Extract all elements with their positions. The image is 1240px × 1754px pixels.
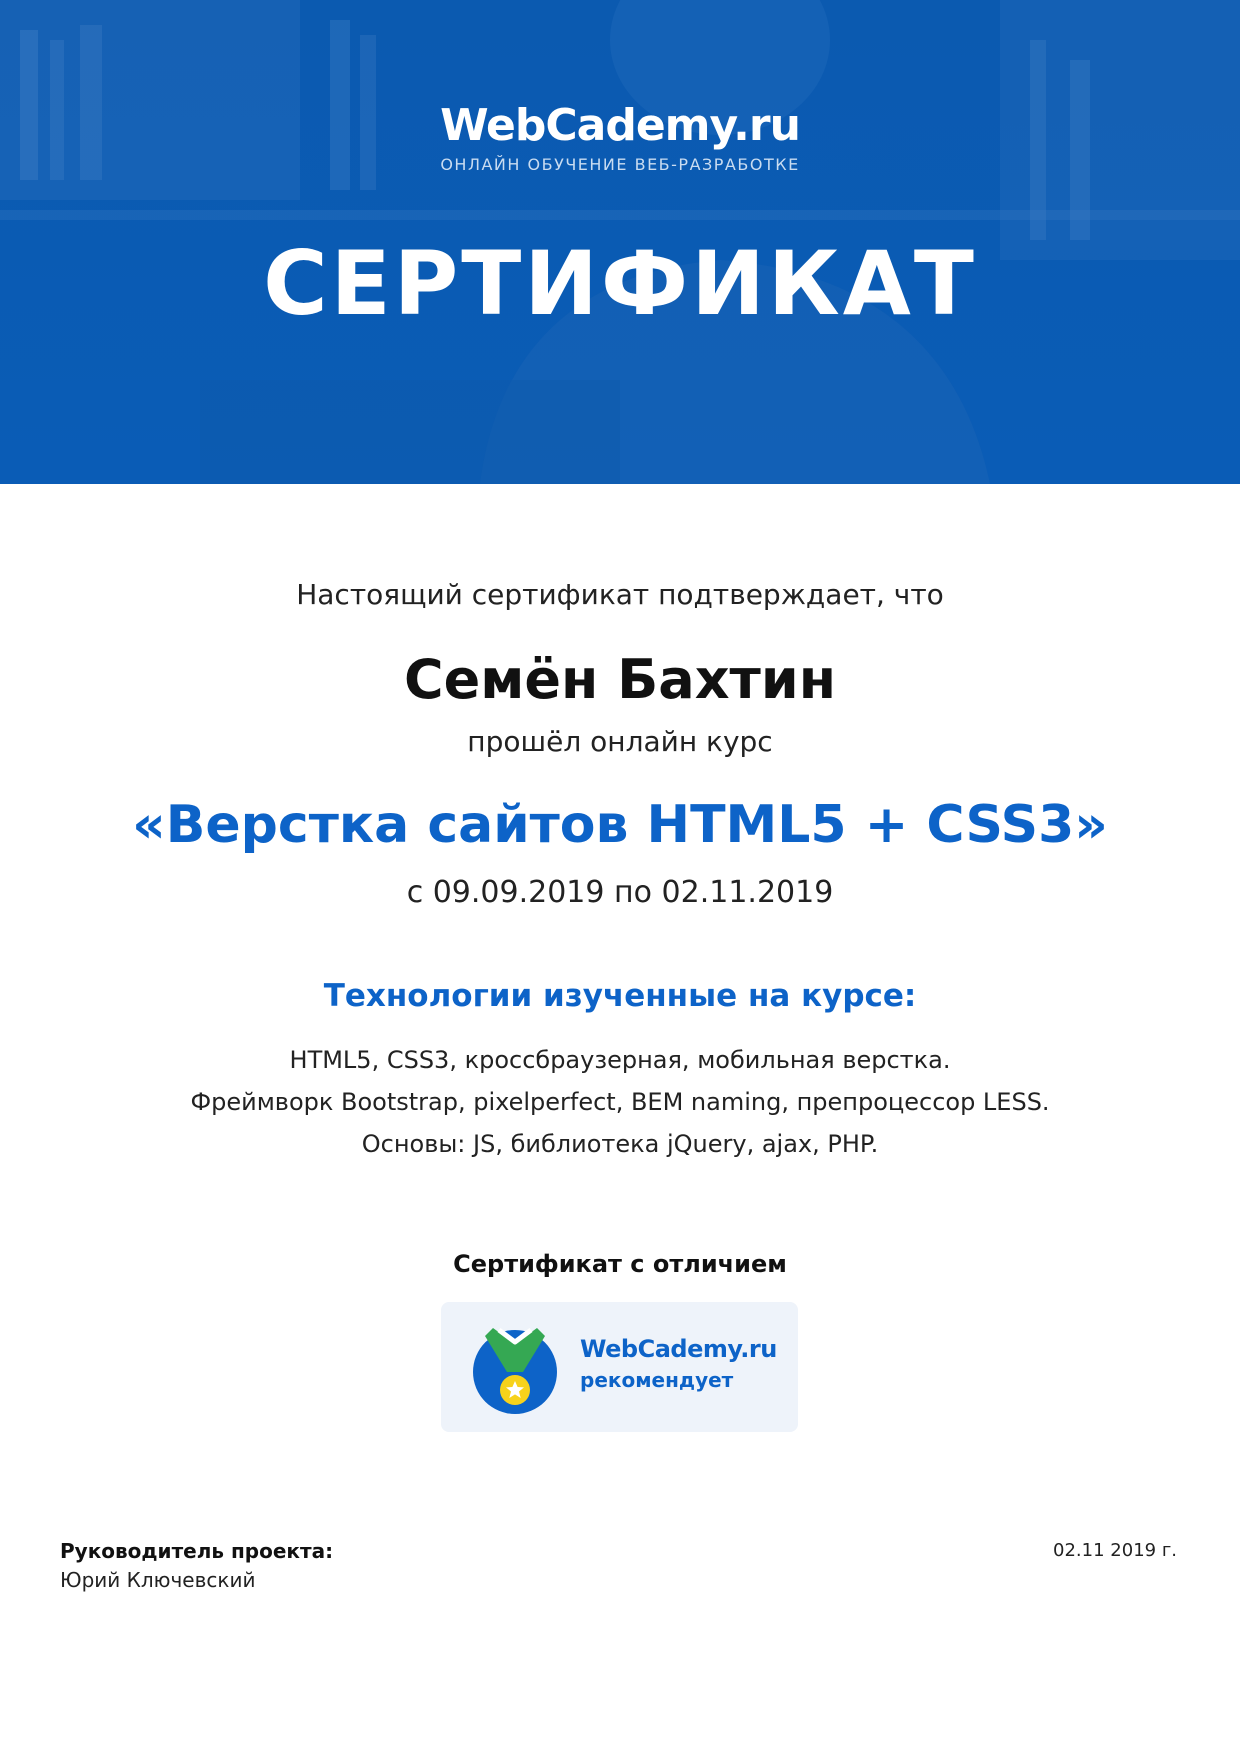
certificate-title: СЕРТИФИКАТ: [263, 232, 977, 335]
certificate-header: WebCademy.ru ОНЛАЙН ОБУЧЕНИЕ ВЕБ-РАЗРАБО…: [0, 0, 1240, 484]
recommendation-badge: WebCademy.ru рекомендует: [441, 1302, 798, 1432]
recipient-name: Семён Бахтин: [404, 648, 836, 711]
issue-date: 02.11 2019 г.: [1053, 1540, 1177, 1561]
distinction-label: Сертификат с отличием: [453, 1250, 787, 1278]
technology-line: Основы: JS, библиотека jQuery, ajax, PHP…: [361, 1130, 879, 1158]
passed-text: прошёл онлайн курс: [467, 725, 773, 758]
technologies-heading: Технологии изученные на курсе:: [323, 978, 917, 1014]
brand-logo-text: WebCademy.ru: [440, 100, 801, 151]
project-lead-label: Руководитель проекта:: [60, 1539, 334, 1563]
project-lead-name: Юрий Ключевский: [60, 1568, 256, 1592]
technology-line: HTML5, CSS3, кроссбраузерная, мобильная …: [289, 1046, 951, 1074]
medal-icon: [473, 1328, 557, 1414]
brand-tagline: ОНЛАЙН ОБУЧЕНИЕ ВЕБ-РАЗРАБОТКЕ: [440, 155, 800, 174]
badge-brand: WebCademy.ru: [580, 1335, 777, 1363]
technology-line: Фреймворк Bootstrap, pixelperfect, BEM n…: [190, 1088, 1050, 1116]
course-name: «Верстка сайтов HTML5 + CSS3»: [132, 795, 1108, 855]
badge-recommends: рекомендует: [580, 1368, 734, 1392]
course-dates: с 09.09.2019 по 02.11.2019: [406, 875, 834, 910]
confirm-text: Настоящий сертификат подтверждает, что: [296, 578, 944, 611]
